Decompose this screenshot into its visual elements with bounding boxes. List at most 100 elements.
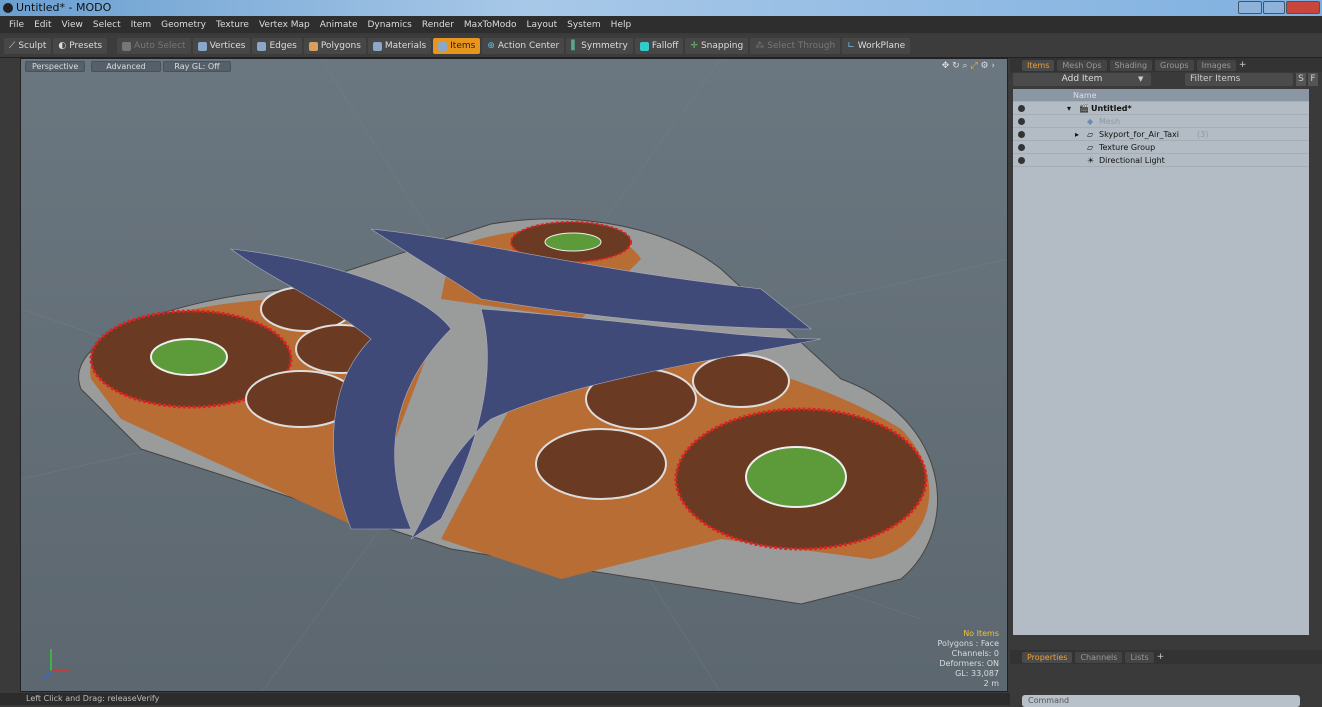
polygons-button[interactable]: Polygons [303,38,366,54]
3d-viewport[interactable]: Perspective Advanced Ray GL: Off ✥ ↻ ⌕ ⤢… [20,58,1008,692]
menu-bar: File Edit View Select Item Geometry Text… [0,16,1322,33]
skyport-model [21,59,1007,691]
list-item[interactable]: ◆ Mesh [1013,115,1309,128]
materials-icon [372,41,382,51]
expand-icon[interactable]: ▾ [1067,102,1071,115]
status-bar: Left Click and Drag: releaseVerify [0,693,1010,705]
sculpt-icon: ⟋ [9,41,16,51]
list-item[interactable]: ▸ ▱ Skyport_for_Air_Taxi (3) [1013,128,1309,141]
s-button[interactable]: S [1296,73,1306,86]
materials-button[interactable]: Materials [367,38,432,54]
command-input[interactable]: Command [1022,695,1300,707]
items-button[interactable]: Items [433,38,481,54]
eye-icon[interactable] [1018,144,1025,151]
close-button[interactable] [1286,1,1320,14]
crosshair-icon: ⊕ [487,41,495,51]
gl-info: GL: 33,087 [955,669,999,678]
edges-icon [257,41,267,51]
symmetry-icon: ▌ [571,41,579,51]
action-center-button[interactable]: ⊕ Action Center [482,38,565,54]
tab-lists[interactable]: Lists [1125,651,1154,663]
tab-channels[interactable]: Channels [1075,651,1123,663]
eye-icon[interactable] [1018,131,1025,138]
menu-help[interactable]: Help [611,20,632,30]
channels-info: Channels: 0 [951,649,999,658]
presets-icon: ◐ [58,41,67,51]
select-through-icon: ⁂ [755,41,765,51]
auto-select-button[interactable]: Auto Select [117,38,191,54]
list-item[interactable]: ▱ Texture Group [1013,141,1309,154]
workplane-icon: ∟ [847,41,855,51]
scale-info: 2 m [983,679,999,688]
group-icon: ▱ [1087,143,1094,152]
tab-images[interactable]: Images [1196,59,1236,71]
maximize-button[interactable] [1263,1,1285,14]
vertices-button[interactable]: Vertices [192,38,251,54]
menu-system[interactable]: System [567,20,601,30]
polygons-info: Polygons : Face [937,639,999,648]
modo-logo-icon [3,3,13,13]
mesh-icon: ◆ [1087,117,1094,126]
menu-render[interactable]: Render [422,20,454,30]
add-item-button[interactable]: Add Item [1013,73,1151,86]
menu-item[interactable]: Item [131,20,152,30]
items-icon [438,41,448,51]
list-item[interactable]: ☀ Directional Light [1013,154,1309,167]
add-tab-icon[interactable]: + [1157,652,1165,662]
items-panel-tabs: Items Mesh Ops Shading Groups Images + [1010,58,1322,72]
workplane-button[interactable]: ∟ WorkPlane [842,38,911,54]
tab-groups[interactable]: Groups [1155,59,1194,71]
name-column-header: Name [1073,91,1097,100]
properties-panel-tabs: Properties Channels Lists + [1010,650,1322,664]
title-bar: Untitled* - MODO [0,0,1322,16]
select-through-button[interactable]: ⁂ Select Through [750,38,841,54]
add-item-row: Add Item ▼ Filter Items S F [1013,73,1319,87]
vertices-icon [197,41,207,51]
toolbar: ⟋ Sculpt ◐ Presets Auto Select Vertices Ed… [0,35,1322,58]
menu-view[interactable]: View [62,20,83,30]
group-icon: ▱ [1087,130,1094,139]
menu-geometry[interactable]: Geometry [161,20,206,30]
eye-icon[interactable] [1018,157,1025,164]
expand-icon[interactable]: ▸ [1075,128,1079,141]
menu-vertex-map[interactable]: Vertex Map [259,20,310,30]
tab-shading[interactable]: Shading [1109,59,1153,71]
tab-mesh-ops[interactable]: Mesh Ops [1057,59,1107,71]
menu-edit[interactable]: Edit [34,20,51,30]
f-button[interactable]: F [1308,73,1318,86]
add-tab-icon[interactable]: + [1239,60,1247,70]
menu-file[interactable]: File [9,20,24,30]
items-panel: Items Mesh Ops Shading Groups Images + A… [1010,58,1322,705]
presets-button[interactable]: ◐ Presets [53,38,108,54]
tab-items[interactable]: Items [1022,59,1055,71]
list-item[interactable]: ▾ 🎬 Untitled* [1013,102,1309,115]
falloff-icon [639,41,649,51]
sculpt-button[interactable]: ⟋ Sculpt [4,38,52,54]
menu-animate[interactable]: Animate [320,20,358,30]
eye-icon[interactable] [1018,105,1025,112]
edges-button[interactable]: Edges [252,38,302,54]
window-title: Untitled* - MODO [16,1,112,14]
menu-dynamics[interactable]: Dynamics [367,20,411,30]
menu-layout[interactable]: Layout [527,20,558,30]
selection-info: No Items [963,629,999,638]
symmetry-button[interactable]: ▌ Symmetry [566,38,633,54]
menu-maxtomodo[interactable]: MaxToModo [464,20,517,30]
menu-select[interactable]: Select [93,20,121,30]
tab-properties[interactable]: Properties [1022,651,1073,663]
filter-items-input[interactable]: Filter Items [1185,73,1293,86]
eye-icon[interactable] [1018,118,1025,125]
viewport-stats: No Items Polygons : Face Channels: 0 Def… [938,629,999,689]
shield-icon [122,41,132,51]
items-list: Name ▾ 🎬 Untitled* ◆ Mesh ▸ ▱ Skyport_for_Air… [1013,89,1309,635]
deformers-info: Deformers: ON [939,659,999,668]
polygons-icon [308,41,318,51]
minimize-button[interactable] [1238,1,1262,14]
chevron-down-icon[interactable]: ▼ [1138,75,1143,83]
falloff-button[interactable]: Falloff [634,38,684,54]
light-icon: ☀ [1087,156,1095,165]
snapping-button[interactable]: ✛ Snapping [685,38,749,54]
list-header: Name [1013,89,1309,102]
menu-texture[interactable]: Texture [216,20,249,30]
snapping-icon: ✛ [690,41,698,51]
